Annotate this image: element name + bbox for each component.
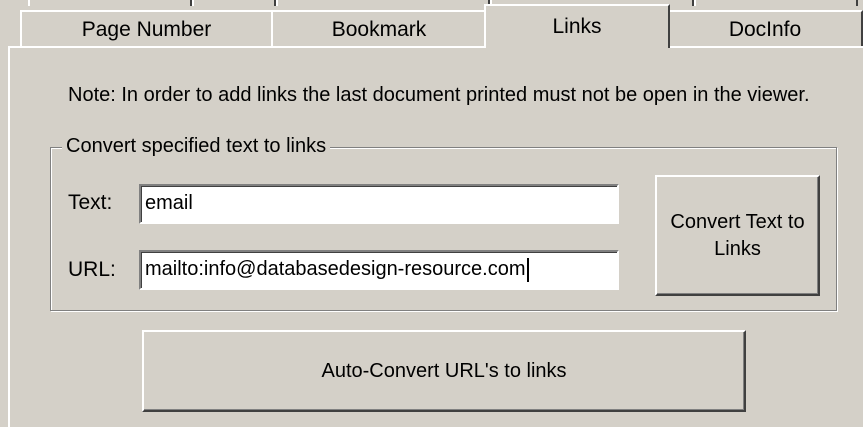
convert-text-to-links-label: Convert Text to Links [670, 210, 805, 260]
tab-links[interactable]: Links [484, 4, 670, 48]
auto-convert-urls-label: Auto-Convert URL's to links [321, 359, 567, 382]
back-tab-row-3 [276, 0, 490, 6]
url-field-label: URL: [68, 258, 116, 281]
convert-text-to-links-button[interactable]: Convert Text to Links [655, 175, 820, 296]
tab-docinfo-label: DocInfo [728, 18, 802, 41]
text-field-label: Text: [68, 191, 113, 214]
back-tab-row-2 [192, 0, 276, 6]
url-input-value: mailto:info@databasedesign-resource.com [145, 258, 526, 280]
tab-page-number-label: Page Number [81, 18, 212, 41]
auto-convert-urls-button[interactable]: Auto-Convert URL's to links [142, 330, 746, 412]
groupbox-title: Convert specified text to links [62, 135, 331, 158]
links-tab-dialog: Page Number Bookmark Links DocInfo Note:… [0, 0, 863, 427]
note-text: Note: In order to add links the last doc… [68, 84, 810, 106]
back-tab-row-5 [694, 0, 858, 6]
text-input[interactable]: email [139, 184, 619, 224]
text-input-value: email [145, 192, 193, 214]
tab-docinfo[interactable]: DocInfo [667, 10, 863, 47]
tab-bookmark-label: Bookmark [331, 18, 427, 41]
tab-page-number[interactable]: Page Number [20, 10, 273, 47]
back-tab-row-1 [28, 0, 192, 6]
text-caret [526, 257, 529, 282]
tab-links-label: Links [552, 15, 602, 38]
tab-bookmark[interactable]: Bookmark [271, 10, 487, 47]
url-input[interactable]: mailto:info@databasedesign-resource.com [139, 250, 619, 290]
